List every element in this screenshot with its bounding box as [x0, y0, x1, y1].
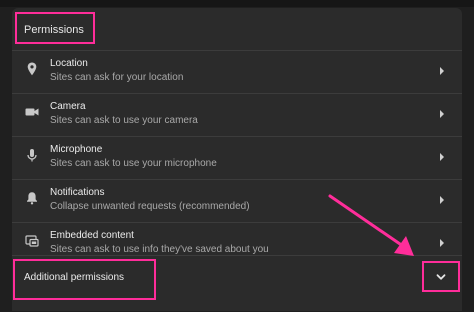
additional-permissions-row[interactable]: Additional permissions [12, 255, 462, 312]
chevron-right-icon [438, 66, 446, 76]
permission-title: Notifications [50, 187, 105, 198]
additional-permissions-label: Additional permissions [24, 272, 125, 283]
chevron-right-icon [438, 195, 446, 205]
permission-title: Microphone [50, 144, 103, 155]
camera-icon [24, 104, 40, 120]
section-title: Permissions [24, 24, 84, 36]
permission-title: Location [50, 58, 88, 69]
chevron-right-icon [438, 109, 446, 119]
permission-row-location[interactable]: Location Sites can ask for your location [12, 50, 462, 93]
embedded-content-icon [24, 233, 40, 249]
permission-description: Sites can ask to use your microphone [50, 158, 217, 169]
chevron-right-icon [438, 238, 446, 248]
bell-icon [24, 190, 40, 206]
permission-row-camera[interactable]: Camera Sites can ask to use your camera [12, 93, 462, 136]
permission-title: Embedded content [50, 230, 134, 241]
microphone-icon [24, 147, 40, 163]
chevron-right-icon [438, 152, 446, 162]
permission-description: Sites can ask to use your camera [50, 115, 198, 126]
permission-title: Camera [50, 101, 86, 112]
permission-description: Sites can ask for your location [50, 72, 184, 83]
permission-description: Collapse unwanted requests (recommended) [50, 201, 250, 212]
permission-row-microphone[interactable]: Microphone Sites can ask to use your mic… [12, 136, 462, 179]
top-bar [0, 0, 474, 7]
location-pin-icon [24, 61, 40, 77]
expand-additional-permissions-button[interactable] [424, 263, 458, 291]
permission-row-notifications[interactable]: Notifications Collapse unwanted requests… [12, 179, 462, 222]
chevron-down-icon [436, 274, 446, 280]
permission-description: Sites can ask to use info they've saved … [50, 244, 269, 255]
